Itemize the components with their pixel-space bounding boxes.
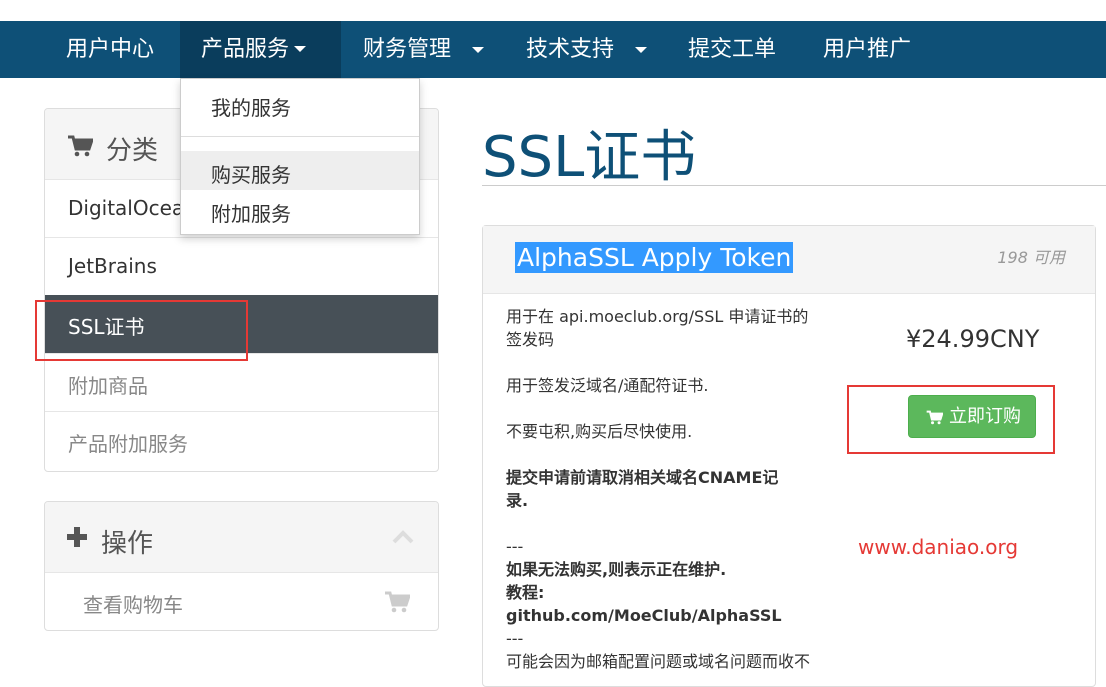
dropdown-divider <box>181 136 419 137</box>
nav-user-center[interactable]: 用户中心 <box>66 21 154 78</box>
product-desc-line: 提交申请前请取消相关域名CNAME记 <box>506 468 779 487</box>
nav-support[interactable]: 技术支持 <box>526 21 648 78</box>
product-price: ¥24.99CNY <box>906 325 1040 353</box>
cart-icon <box>385 591 410 613</box>
watermark: www.daniao.org <box>858 535 1019 559</box>
actions-panel-title: 操作 <box>101 529 154 559</box>
actions-panel: 操作 查看购物车 <box>44 501 439 631</box>
nav-referral[interactable]: 用户推广 <box>823 21 911 78</box>
nav-support-label: 技术支持 <box>526 37 615 62</box>
product-name: AlphaSSL Apply Token <box>515 242 794 273</box>
nav-referral-label: 用户推广 <box>823 37 912 62</box>
chevron-down-icon <box>635 47 648 53</box>
dropdown-item-addon-services[interactable]: 附加服务 <box>211 198 291 227</box>
action-view-cart-label: 查看购物车 <box>83 593 183 617</box>
chevron-up-icon[interactable] <box>392 530 414 544</box>
category-panel-title: 分类 <box>106 136 159 166</box>
product-desc-line: 录. <box>506 491 529 510</box>
product-desc-line: 如果无法购买,则表示正在维护. <box>506 560 727 579</box>
title-divider <box>482 185 1106 186</box>
annotation-box-order-button <box>847 385 1055 454</box>
plus-icon <box>67 527 87 547</box>
action-view-cart[interactable]: 查看购物车 <box>45 572 438 630</box>
product-desc-link[interactable]: github.com/MoeClub/AlphaSSL <box>506 604 782 627</box>
product-desc-line: 用于在 api.moeclub.org/SSL 申请证书的 <box>506 307 809 326</box>
nav-finance[interactable]: 财务管理 <box>363 21 485 78</box>
category-item-label: JetBrains <box>68 254 157 278</box>
product-desc-line: 签发码 <box>506 330 555 349</box>
products-dropdown-menu: 我的服务 购买服务 附加服务 <box>180 78 420 235</box>
page-title: SSL证书 <box>482 125 697 190</box>
actions-panel-header[interactable]: 操作 <box>45 502 438 573</box>
product-card-header: AlphaSSL Apply Token 198 可用 <box>483 226 1095 294</box>
cart-icon <box>68 135 93 157</box>
product-desc-line: --- <box>506 537 524 556</box>
product-desc-line: 教程: <box>506 583 545 602</box>
nav-user-center-label: 用户中心 <box>66 37 155 62</box>
annotation-box-ssl-category <box>35 300 248 361</box>
nav-submit-ticket[interactable]: 提交工单 <box>688 21 776 78</box>
category-item-label: DigitalOcean <box>68 196 197 220</box>
nav-products-label: 产品服务 <box>201 37 290 62</box>
top-navbar: 用户中心 产品服务 财务管理 技术支持 提交工单 用户推广 <box>0 21 1106 78</box>
product-desc-line: 不要屯积,购买后尽快使用. <box>506 422 693 441</box>
category-item-label: 附加商品 <box>68 374 148 398</box>
nav-finance-label: 财务管理 <box>363 37 452 62</box>
product-desc-line: 可能会因为邮箱配置问题或域名问题而收不 <box>506 652 811 671</box>
product-availability: 198 可用 <box>997 248 1065 267</box>
chevron-down-icon <box>472 47 485 53</box>
nav-products[interactable]: 产品服务 <box>180 21 341 78</box>
product-desc-line: --- <box>506 629 524 648</box>
dropdown-item-buy-services[interactable]: 购买服务 <box>211 159 291 188</box>
nav-submit-ticket-label: 提交工单 <box>688 37 777 62</box>
category-item-product-addons[interactable]: 产品附加服务 <box>45 411 438 470</box>
dropdown-item-my-services[interactable]: 我的服务 <box>211 92 291 121</box>
category-item-label: 产品附加服务 <box>68 432 188 456</box>
category-item-jetbrains[interactable]: JetBrains <box>45 237 438 296</box>
category-item-addons[interactable]: 附加商品 <box>45 353 438 412</box>
product-desc-line: 用于签发泛域名/通配符证书. <box>506 376 709 395</box>
chevron-down-icon <box>294 46 306 52</box>
